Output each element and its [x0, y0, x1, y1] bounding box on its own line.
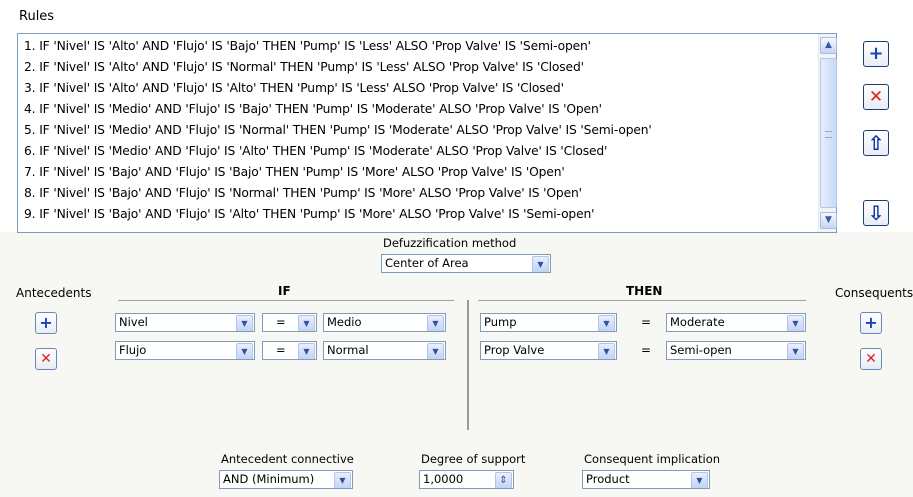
x-icon: ✕ [40, 351, 52, 367]
antecedent-operator-value: = [276, 315, 286, 329]
scroll-down-icon[interactable]: ▼ [820, 212, 837, 229]
consequent-variable-select[interactable]: Prop Valve ▼ [480, 341, 617, 360]
consequent-implication-value: Product [586, 472, 630, 486]
chevron-down-icon[interactable]: ▼ [298, 343, 315, 359]
consequent-implication-select[interactable]: Product ▼ [582, 470, 710, 489]
if-divider [118, 300, 454, 301]
consequent-variable-value: Pump [484, 315, 517, 329]
defuzzification-value: Center of Area [385, 256, 469, 270]
rule-item[interactable]: 5. IF 'Nivel' IS 'Medio' AND 'Flujo' IS … [24, 123, 652, 137]
consequent-term-value: Moderate [670, 315, 725, 329]
antecedent-connective-select[interactable]: AND (Minimum) ▼ [219, 470, 353, 489]
consequent-term-value: Semi-open [670, 343, 732, 357]
chevron-down-icon[interactable]: ▼ [427, 343, 444, 359]
rule-item[interactable]: 2. IF 'Nivel' IS 'Alto' AND 'Flujo' IS '… [24, 60, 584, 74]
antecedent-variable-select[interactable]: Flujo ▼ [115, 341, 255, 360]
chevron-down-icon[interactable]: ▼ [236, 315, 253, 331]
antecedent-term-value: Medio [327, 315, 362, 329]
rules-list[interactable]: 1. IF 'Nivel' IS 'Alto' AND 'Flujo' IS '… [17, 33, 837, 233]
degree-of-support-input[interactable]: 1,0000 ⇕ [419, 470, 514, 489]
arrow-down-icon: ⇩ [867, 201, 885, 225]
degree-of-support-value: 1,0000 [423, 472, 464, 486]
antecedent-variable-select[interactable]: Nivel ▼ [115, 313, 255, 332]
antecedents-label: Antecedents [16, 286, 92, 300]
consequent-implication-label: Consequent implication [584, 452, 721, 466]
consequent-term-select[interactable]: Moderate ▼ [666, 313, 806, 332]
rule-item[interactable]: 4. IF 'Nivel' IS 'Medio' AND 'Flujo' IS … [24, 102, 602, 116]
rules-title: Rules [19, 9, 55, 24]
x-icon: ✕ [868, 87, 884, 107]
remove-antecedent-button[interactable]: ✕ [35, 348, 57, 370]
rule-item[interactable]: 7. IF 'Nivel' IS 'Bajo' AND 'Flujo' IS '… [24, 165, 565, 179]
chevron-down-icon[interactable]: ▼ [334, 472, 351, 488]
arrow-up-icon: ⇧ [867, 131, 885, 155]
rule-item[interactable]: 9. IF 'Nivel' IS 'Bajo' AND 'Flujo' IS '… [24, 207, 595, 221]
chevron-down-icon[interactable]: ▼ [598, 315, 615, 331]
plus-icon: + [864, 313, 878, 332]
scroll-up-icon[interactable]: ▲ [820, 37, 837, 54]
plus-icon: + [868, 43, 884, 64]
add-rule-button[interactable]: + [863, 41, 889, 67]
consequents-label: Consequents [835, 286, 913, 300]
antecedent-term-select[interactable]: Normal ▼ [323, 341, 446, 360]
antecedent-operator-value: = [276, 343, 286, 357]
defuzzification-label: Defuzzification method [383, 236, 517, 250]
consequent-operator: = [641, 343, 652, 357]
chevron-down-icon[interactable]: ▼ [236, 343, 253, 359]
rule-item[interactable]: 8. IF 'Nivel' IS 'Bajo' AND 'Flujo' IS '… [24, 186, 582, 200]
then-header: THEN [626, 284, 663, 298]
add-antecedent-button[interactable]: + [35, 312, 57, 334]
chevron-down-icon[interactable]: ▼ [532, 256, 549, 272]
antecedent-term-select[interactable]: Medio ▼ [323, 313, 446, 332]
antecedent-operator-select[interactable]: = ▼ [262, 341, 317, 360]
chevron-down-icon[interactable]: ▼ [691, 472, 708, 488]
chevron-down-icon[interactable]: ▼ [787, 343, 804, 359]
rule-item[interactable]: 6. IF 'Nivel' IS 'Medio' AND 'Flujo' IS … [24, 144, 607, 158]
move-rule-down-button[interactable]: ⇩ [863, 200, 889, 226]
antecedent-connective-value: AND (Minimum) [223, 472, 315, 486]
consequent-term-select[interactable]: Semi-open ▼ [666, 341, 806, 360]
x-icon: ✕ [865, 351, 877, 367]
chevron-down-icon[interactable]: ▼ [787, 315, 804, 331]
rule-item[interactable]: 3. IF 'Nivel' IS 'Alto' AND 'Flujo' IS '… [24, 81, 564, 95]
remove-rule-button[interactable]: ✕ [863, 84, 889, 110]
antecedent-connective-label: Antecedent connective [221, 452, 354, 466]
scroll-thumb[interactable] [820, 58, 837, 208]
grip-icon [825, 131, 832, 138]
spin-updown-icon[interactable]: ⇕ [495, 472, 512, 488]
move-rule-up-button[interactable]: ⇧ [863, 130, 889, 156]
degree-of-support-label: Degree of support [421, 452, 526, 466]
consequent-variable-value: Prop Valve [484, 343, 545, 357]
if-header: IF [278, 284, 291, 298]
rule-item[interactable]: 1. IF 'Nivel' IS 'Alto' AND 'Flujo' IS '… [24, 39, 591, 53]
rules-scrollbar[interactable]: ▲ ▼ [818, 34, 837, 232]
antecedent-variable-value: Nivel [119, 315, 148, 329]
if-then-divider [467, 300, 469, 430]
chevron-down-icon[interactable]: ▼ [298, 315, 315, 331]
defuzzification-select[interactable]: Center of Area ▼ [381, 254, 551, 273]
chevron-down-icon[interactable]: ▼ [427, 315, 444, 331]
consequent-operator: = [641, 315, 652, 329]
remove-consequent-button[interactable]: ✕ [860, 348, 882, 370]
antecedent-term-value: Normal [327, 343, 369, 357]
then-divider [478, 300, 806, 301]
antecedent-operator-select[interactable]: = ▼ [262, 313, 317, 332]
chevron-down-icon[interactable]: ▼ [598, 343, 615, 359]
add-consequent-button[interactable]: + [860, 312, 882, 334]
consequent-variable-select[interactable]: Pump ▼ [480, 313, 617, 332]
plus-icon: + [39, 313, 53, 332]
antecedent-variable-value: Flujo [119, 343, 147, 357]
